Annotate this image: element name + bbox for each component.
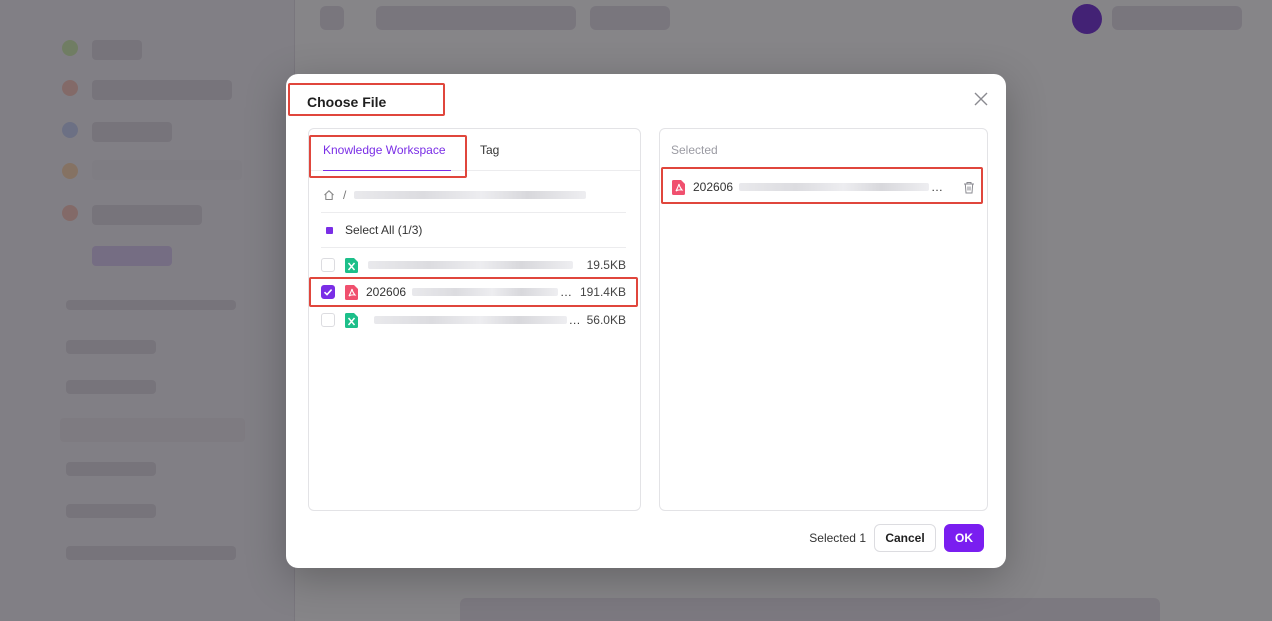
selected-panel-label: Selected	[671, 143, 718, 157]
file-browser-panel: Knowledge Workspace Tag / Select All (1/…	[308, 128, 641, 511]
file-name: 202606 …	[366, 285, 574, 299]
active-tab-indicator	[323, 170, 451, 171]
pdf-file-icon	[672, 179, 685, 195]
close-icon[interactable]	[972, 90, 990, 108]
divider	[321, 247, 626, 248]
pdf-file-icon	[345, 284, 358, 300]
file-name-redacted	[412, 288, 559, 296]
file-size: 191.4KB	[579, 285, 626, 299]
ok-button[interactable]: OK	[944, 524, 984, 552]
file-row[interactable]: 202606 … 191.4KB	[321, 281, 626, 303]
breadcrumb-path-redacted[interactable]	[354, 191, 587, 199]
ellipsis: …	[560, 285, 573, 299]
tab-bar: Knowledge Workspace Tag	[309, 129, 640, 171]
file-name-redacted	[368, 261, 573, 269]
cancel-button[interactable]: Cancel	[874, 524, 936, 552]
ellipsis: …	[931, 180, 944, 194]
file-size: 56.0KB	[586, 313, 626, 327]
breadcrumb-separator: /	[343, 188, 347, 202]
select-all[interactable]: Select All (1/3)	[325, 223, 422, 237]
file-name-redacted	[374, 316, 567, 324]
dialog-footer: Selected 1 Cancel OK	[809, 524, 984, 552]
selected-file-item: 202606 …	[672, 177, 975, 197]
choose-file-dialog: Choose File Knowledge Workspace Tag / Se…	[286, 74, 1006, 568]
selected-count: Selected 1	[809, 531, 866, 545]
tab-tag[interactable]: Tag	[480, 143, 499, 157]
file-row[interactable]: … 56.0KB	[321, 309, 626, 331]
excel-file-icon	[345, 257, 358, 273]
file-name-prefix: 202606	[366, 285, 407, 299]
trash-icon[interactable]	[963, 181, 975, 194]
breadcrumb: /	[323, 187, 587, 203]
tab-knowledge-workspace[interactable]: Knowledge Workspace	[323, 143, 446, 157]
select-all-label: Select All (1/3)	[345, 223, 423, 237]
file-name-prefix: 202606	[693, 180, 734, 194]
select-all-indicator[interactable]	[326, 226, 333, 234]
divider	[321, 212, 626, 213]
file-size: 19.5KB	[586, 258, 626, 272]
file-name	[366, 261, 581, 269]
ellipsis: …	[568, 313, 581, 327]
selected-files-panel: Selected 202606 …	[659, 128, 988, 511]
check-icon	[323, 289, 333, 296]
file-checkbox[interactable]	[321, 258, 335, 272]
file-row[interactable]: 19.5KB	[321, 254, 626, 276]
excel-file-icon	[345, 312, 358, 328]
dialog-title: Choose File	[307, 94, 387, 110]
file-name-redacted	[739, 183, 930, 191]
file-name: …	[366, 313, 581, 327]
file-checkbox[interactable]	[321, 285, 335, 299]
selected-file-name: 202606 …	[693, 180, 953, 194]
home-icon[interactable]	[323, 189, 335, 201]
file-checkbox[interactable]	[321, 313, 335, 327]
